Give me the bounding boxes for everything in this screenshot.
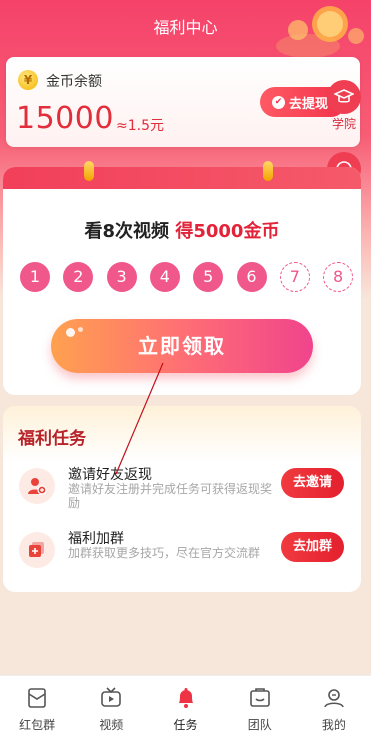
task-desc: 邀请好友注册并完成任务可获得返现奖励 xyxy=(68,482,273,510)
progress-step: 7 xyxy=(279,262,310,292)
progress-step: 8 xyxy=(323,262,354,292)
school-shortcut[interactable]: 学院 xyxy=(324,80,364,132)
join-group-button[interactable]: 去加群 xyxy=(281,532,344,562)
progress-step: 6 xyxy=(236,262,267,292)
task-item-invite: 邀请好友返现 邀请好友注册并完成任务可获得返现奖励 去邀请 xyxy=(3,464,361,510)
task-name: 福利加群 xyxy=(68,531,124,547)
progress-step: 5 xyxy=(193,262,224,292)
nav-item-video[interactable]: 视频 xyxy=(74,676,148,736)
nav-label: 我的 xyxy=(321,718,346,732)
claim-now-button[interactable]: 立即领取 xyxy=(51,319,313,373)
shine-dot xyxy=(78,327,83,332)
nav-label: 团队 xyxy=(247,718,272,732)
nav-item-red-packet[interactable]: 红包群 xyxy=(0,676,74,736)
check-icon: ✔ xyxy=(272,95,285,109)
withdraw-label: 去提现 xyxy=(289,96,329,112)
bell-icon xyxy=(178,688,193,708)
binder-pin xyxy=(263,161,273,181)
progress-step: 4 xyxy=(149,262,180,292)
team-icon xyxy=(249,688,270,707)
invite-button[interactable]: 去邀请 xyxy=(281,468,344,498)
school-label: 学院 xyxy=(331,117,356,131)
binder-pin xyxy=(84,161,94,181)
video-task-card: 看8次视频 得5000金币 12345678 立即领取 xyxy=(3,167,361,395)
coin-icon: ¥ xyxy=(18,70,38,90)
bottom-nav: 红包群 视频 任务 团队 我的 xyxy=(0,675,371,736)
nav-label: 任务 xyxy=(173,718,198,732)
red-packet-icon xyxy=(28,688,46,708)
task-desc: 加群获取更多技巧，尽在官方交流群 xyxy=(68,546,261,560)
nav-item-profile[interactable]: 我的 xyxy=(297,676,371,736)
claim-label: 立即领取 xyxy=(138,334,226,358)
nav-item-team[interactable]: 团队 xyxy=(223,676,297,736)
shine-dot xyxy=(66,328,75,337)
welfare-task-card: 福利任务 邀请好友返现 邀请好友注册并完成任务可获得返现奖励 去邀请 福利加群 … xyxy=(3,406,361,592)
nav-label: 红包群 xyxy=(19,718,56,732)
progress-step: 2 xyxy=(63,262,94,292)
invite-icon xyxy=(19,468,55,504)
balance-label: 金币余额 xyxy=(46,74,102,90)
group-add-icon xyxy=(19,532,55,568)
video-task-reward: 得5000金币 xyxy=(175,221,280,242)
nav-item-task[interactable]: 任务 xyxy=(148,676,222,736)
balance-value: 15000 xyxy=(16,101,114,136)
welfare-title: 福利任务 xyxy=(18,429,86,449)
graduation-cap-icon xyxy=(327,80,361,114)
progress-step: 3 xyxy=(106,262,137,292)
task-name: 邀请好友返现 xyxy=(68,467,152,483)
progress-step: 1 xyxy=(20,262,50,292)
profile-icon xyxy=(324,689,344,708)
card-band xyxy=(3,167,361,189)
balance-card: ¥ 金币余额 15000 ≈1.5元 ✔ 去提现 xyxy=(6,57,360,147)
video-task-count: 看8次视频 xyxy=(84,221,170,242)
task-item-group: 福利加群 加群获取更多技巧，尽在官方交流群 去加群 xyxy=(3,528,361,572)
video-task-title: 看8次视频 得5000金币 xyxy=(3,217,361,243)
nav-label: 视频 xyxy=(99,718,124,732)
coin-decoration-icon xyxy=(276,6,364,58)
balance-approx: ≈1.5元 xyxy=(116,118,164,134)
video-icon xyxy=(101,687,122,707)
